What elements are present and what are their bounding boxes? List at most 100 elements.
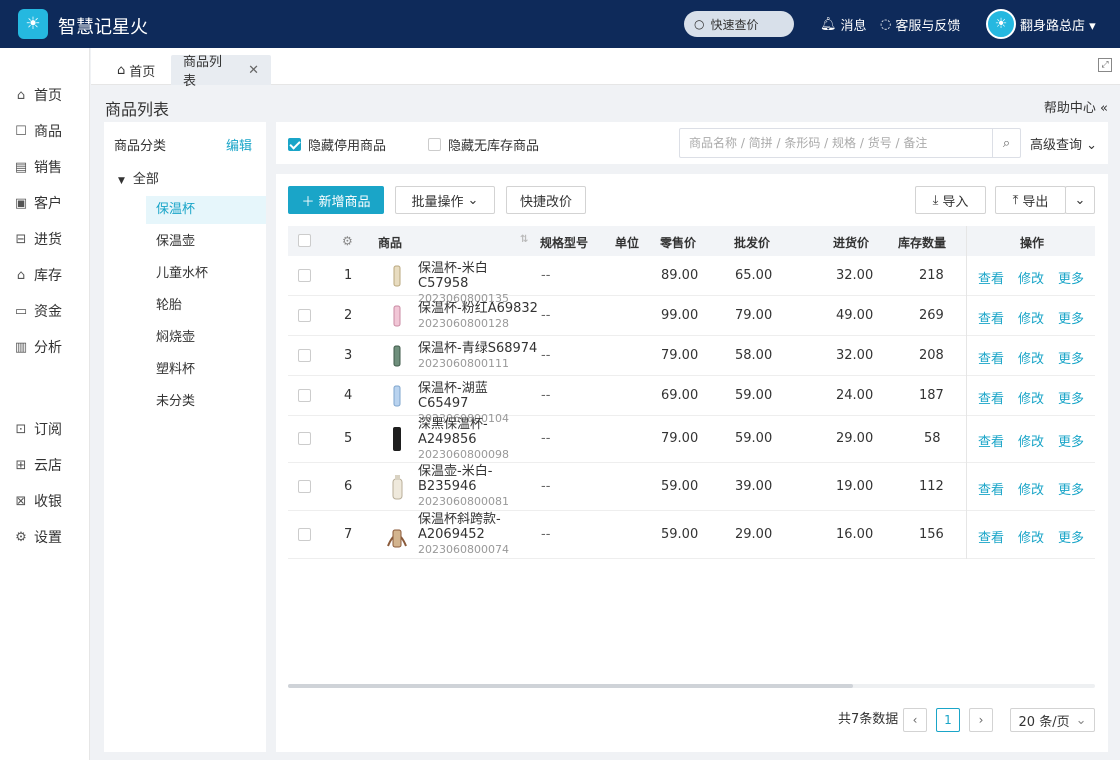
sidebar-item-inventory[interactable]: ⌂ 库存 — [14, 265, 62, 285]
sidebar-item-cloud-store[interactable]: ⊞ 云店 — [14, 455, 62, 475]
export-button[interactable]: ⤒ 导出 — [995, 186, 1066, 214]
help-center-link[interactable]: 帮助中心 « — [1044, 97, 1108, 116]
edit-link[interactable]: 修改 — [1018, 268, 1044, 287]
view-link[interactable]: 查看 — [978, 479, 1004, 498]
sidebar-item-home[interactable]: ⌂ 首页 — [14, 85, 62, 105]
view-link[interactable]: 查看 — [978, 388, 1004, 407]
category-edit-link[interactable]: 编辑 — [226, 135, 252, 154]
fullscreen-icon[interactable]: ⤢ — [1098, 58, 1112, 72]
table-row[interactable]: 6 保温壶-米白-B235946 2023060800081 -- 59.00 3… — [288, 463, 1095, 511]
more-link[interactable]: 更多 — [1058, 268, 1084, 287]
sidebar-item-cashier[interactable]: ⊠ 收银 — [14, 491, 62, 511]
sidebar-item-subscribe[interactable]: ⊡ 订阅 — [14, 419, 62, 439]
tab-product-list[interactable]: 商品列表 ✕ — [171, 55, 271, 89]
edit-link[interactable]: 修改 — [1018, 431, 1044, 450]
category-all[interactable]: ▼ 全部 — [118, 168, 159, 187]
close-icon[interactable]: ✕ — [248, 63, 259, 78]
quick-price-search[interactable]: ○ 快速查价 — [684, 11, 794, 37]
prev-page-button[interactable]: ‹ — [903, 708, 927, 732]
category-item[interactable]: 轮胎 — [146, 292, 266, 320]
more-link[interactable]: 更多 — [1058, 308, 1084, 327]
page-number-current[interactable]: 1 — [936, 708, 960, 732]
table-row[interactable]: 5 深黑保温杯-A249856 2023060800098 -- 79.00 59… — [288, 416, 1095, 463]
table-row[interactable]: 1 保温杯-米白C57958 2023060800135 -- 89.00 65.… — [288, 256, 1095, 305]
more-link[interactable]: 更多 — [1058, 479, 1084, 498]
batch-operation-button[interactable]: 批量操作 ⌄ — [395, 186, 495, 214]
more-link[interactable]: 更多 — [1058, 527, 1084, 546]
view-link[interactable]: 查看 — [978, 308, 1004, 327]
horizontal-scrollbar[interactable] — [288, 684, 853, 688]
row-checkbox[interactable] — [298, 480, 311, 493]
next-page-button[interactable]: › — [969, 708, 993, 732]
download-icon: ⤓ — [932, 192, 939, 208]
hide-nostock-checkbox[interactable]: 隐藏无库存商品 — [428, 135, 539, 154]
row-checkbox[interactable] — [298, 309, 311, 322]
table-row[interactable]: 3 保温杯-青绿S68974 2023060800111 -- 79.00 58.… — [288, 336, 1095, 376]
more-link[interactable]: 更多 — [1058, 388, 1084, 407]
category-item[interactable]: 未分类 — [146, 388, 266, 416]
product-name-cell[interactable]: 深黑保温杯-A249856 2023060800098 — [418, 417, 538, 462]
advanced-search-button[interactable]: 高级查询 ⌄ — [1030, 134, 1097, 153]
add-product-button[interactable]: ＋新增商品 — [288, 186, 384, 214]
edit-link[interactable]: 修改 — [1018, 308, 1044, 327]
row-checkbox[interactable] — [298, 349, 311, 362]
product-search-input[interactable] — [680, 130, 992, 156]
more-link[interactable]: 更多 — [1058, 431, 1084, 450]
edit-link[interactable]: 修改 — [1018, 348, 1044, 367]
checkbox[interactable] — [428, 138, 441, 151]
hide-disabled-checkbox[interactable]: 隐藏停用商品 — [288, 135, 386, 154]
product-name-cell[interactable]: 保温杯-青绿S68974 2023060800111 — [418, 341, 538, 371]
row-checkbox[interactable] — [298, 528, 311, 541]
column-settings-icon[interactable]: ⚙ — [342, 234, 353, 248]
sidebar-item-funds[interactable]: ▭ 资金 — [14, 301, 62, 321]
category-item[interactable]: 焖烧壶 — [146, 324, 266, 352]
sort-icon[interactable]: ⇅ — [520, 234, 528, 245]
row-checkbox[interactable] — [298, 432, 311, 445]
category-item[interactable]: 保温杯 — [146, 196, 266, 224]
cost-price: 49.00 — [836, 308, 874, 323]
product-name-cell[interactable]: 保温杯-粉红A69832 2023060800128 — [418, 301, 538, 331]
product-name-cell[interactable]: 保温杯斜跨款-A2069452 2023060800074 — [418, 512, 538, 557]
table-row[interactable]: 4 保温杯-湖蓝C65497 2023060800104 -- 69.00 59.… — [288, 376, 1095, 425]
view-link[interactable]: 查看 — [978, 527, 1004, 546]
service-feedback-link[interactable]: ◌ 客服与反馈 — [880, 15, 960, 34]
user-avatar[interactable]: ☀ — [986, 9, 1016, 39]
table-row[interactable]: 2 保温杯-粉红A69832 2023060800128 -- 99.00 79.… — [288, 296, 1095, 336]
product-name: 保温杯-粉红A69832 — [418, 301, 538, 316]
view-link[interactable]: 查看 — [978, 431, 1004, 450]
sidebar-item-customers[interactable]: ▣ 客户 — [14, 193, 62, 213]
sidebar-item-settings[interactable]: ⚙ 设置 — [14, 527, 62, 547]
category-item[interactable]: 儿童水杯 — [146, 260, 266, 288]
row-checkbox[interactable] — [298, 389, 311, 402]
search-icon[interactable]: ⌕ — [992, 129, 1020, 157]
more-link[interactable]: 更多 — [1058, 348, 1084, 367]
sidebar-label: 设置 — [34, 530, 62, 546]
sidebar-item-analysis[interactable]: ▥ 分析 — [14, 337, 62, 357]
search-icon: ○ — [694, 17, 705, 31]
select-all-checkbox[interactable] — [298, 234, 311, 247]
sidebar-item-purchase[interactable]: ⊟ 进货 — [14, 229, 62, 249]
edit-link[interactable]: 修改 — [1018, 527, 1044, 546]
view-link[interactable]: 查看 — [978, 348, 1004, 367]
quick-price-button[interactable]: 快捷改价 — [506, 186, 586, 214]
edit-link[interactable]: 修改 — [1018, 479, 1044, 498]
edit-link[interactable]: 修改 — [1018, 388, 1044, 407]
product-name-cell[interactable]: 保温壶-米白-B235946 2023060800081 — [418, 464, 538, 509]
category-item[interactable]: 塑料杯 — [146, 356, 266, 384]
table-row[interactable]: 7 保温杯斜跨款-A2069452 2023060800074 -- 59.00 … — [288, 511, 1095, 559]
import-button[interactable]: ⤓ 导入 — [915, 186, 986, 214]
sidebar-item-sales[interactable]: ▤ 销售 — [14, 157, 62, 177]
export-menu-button[interactable]: ⌄ — [1065, 186, 1095, 214]
page-size-select[interactable]: 20 条/页 ⌄ — [1010, 708, 1095, 732]
checkbox-checked[interactable] — [288, 138, 301, 151]
top-bar: ☀ 智慧记星火 ○ 快速查价 🔔︎ 消息 ◌ 客服与反馈 ☀ 翻身路总店 ▾ — [0, 0, 1120, 48]
row-checkbox[interactable] — [298, 269, 311, 282]
user-menu[interactable]: 翻身路总店 ▾ — [1020, 15, 1096, 34]
help-label: 帮助中心 — [1043, 101, 1096, 116]
sidebar-item-products[interactable]: ☐ 商品 — [14, 121, 62, 141]
sidebar-label: 订阅 — [34, 422, 62, 438]
view-link[interactable]: 查看 — [978, 268, 1004, 287]
tab-home[interactable]: ⌂ 首页 — [105, 55, 167, 85]
messages-link[interactable]: 🔔︎ 消息 — [820, 15, 867, 34]
category-item[interactable]: 保温壶 — [146, 228, 266, 256]
